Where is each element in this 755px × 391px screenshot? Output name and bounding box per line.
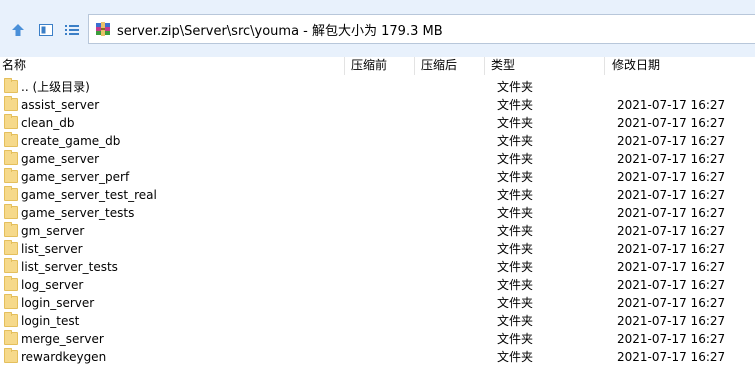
path-text: server.zip\Server\src\youma - 解包大小为 179.… <box>117 23 443 39</box>
column-before-header[interactable]: 压缩前 <box>351 57 387 75</box>
list-item[interactable]: login_test 文件夹 2021-07-17 16:27 <box>0 312 755 330</box>
item-date: 2021-07-17 16:27 <box>617 170 726 184</box>
item-type: 文件夹 <box>497 296 534 310</box>
folder-icon <box>4 348 18 363</box>
item-type: 文件夹 <box>497 170 534 184</box>
list-item[interactable]: game_server_perf 文件夹 2021-07-17 16:27 <box>0 168 755 186</box>
item-date: 2021-07-17 16:27 <box>617 242 726 256</box>
column-divider[interactable] <box>344 57 345 75</box>
item-type: 文件夹 <box>497 314 534 328</box>
column-divider[interactable] <box>484 57 485 75</box>
folder-icon <box>4 276 18 291</box>
folder-icon <box>4 132 18 147</box>
file-list: .. (上级目录) 文件夹 assist_server 文件夹 2021-07-… <box>0 78 755 366</box>
toolbar: server.zip\Server\src\youma - 解包大小为 179.… <box>0 0 755 58</box>
item-date: 2021-07-17 16:27 <box>617 224 726 238</box>
item-name: log_server <box>21 278 84 292</box>
column-type-header[interactable]: 类型 <box>491 57 515 75</box>
list-item[interactable]: clean_db 文件夹 2021-07-17 16:27 <box>0 114 755 132</box>
item-name: clean_db <box>21 116 75 130</box>
list-item[interactable]: game_server_tests 文件夹 2021-07-17 16:27 <box>0 204 755 222</box>
item-date: 2021-07-17 16:27 <box>617 278 726 292</box>
item-name: rewardkeygen <box>21 350 107 364</box>
list-item[interactable]: gm_server 文件夹 2021-07-17 16:27 <box>0 222 755 240</box>
item-type: 文件夹 <box>497 80 534 94</box>
item-name: login_server <box>21 296 95 310</box>
item-type: 文件夹 <box>497 332 534 346</box>
folder-icon <box>4 168 18 183</box>
item-name: login_test <box>21 314 80 328</box>
item-date: 2021-07-17 16:27 <box>617 152 726 166</box>
path-bar[interactable]: server.zip\Server\src\youma - 解包大小为 179.… <box>88 14 755 44</box>
item-date: 2021-07-17 16:27 <box>617 188 726 202</box>
item-type: 文件夹 <box>497 260 534 274</box>
item-type: 文件夹 <box>497 116 534 130</box>
item-date: 2021-07-17 16:27 <box>617 134 726 148</box>
item-type: 文件夹 <box>497 152 534 166</box>
list-item[interactable]: list_server_tests 文件夹 2021-07-17 16:27 <box>0 258 755 276</box>
item-type: 文件夹 <box>497 278 534 292</box>
folder-icon <box>4 204 18 219</box>
list-item[interactable]: assist_server 文件夹 2021-07-17 16:27 <box>0 96 755 114</box>
folder-icon <box>4 294 18 309</box>
column-header: 名称 压缩前 压缩后 类型 修改日期 <box>0 57 755 75</box>
column-date-header[interactable]: 修改日期 <box>612 57 660 75</box>
view-toggle-icon[interactable] <box>36 20 56 40</box>
item-date: 2021-07-17 16:27 <box>617 332 726 346</box>
folder-icon <box>4 96 18 111</box>
item-name: game_server_tests <box>21 206 135 220</box>
column-after-header[interactable]: 压缩后 <box>421 57 457 75</box>
column-divider[interactable] <box>604 57 605 75</box>
folder-icon <box>4 240 18 255</box>
folder-icon <box>4 330 18 345</box>
up-arrow-icon[interactable] <box>8 20 28 40</box>
list-item-parent[interactable]: .. (上级目录) 文件夹 <box>0 78 755 96</box>
archive-icon <box>95 21 111 37</box>
item-type: 文件夹 <box>497 242 534 256</box>
item-type: 文件夹 <box>497 134 534 148</box>
folder-icon <box>4 222 18 237</box>
column-divider[interactable] <box>414 57 415 75</box>
list-item[interactable]: merge_server 文件夹 2021-07-17 16:27 <box>0 330 755 348</box>
item-date: 2021-07-17 16:27 <box>617 98 726 112</box>
item-name: merge_server <box>21 332 104 346</box>
column-name-header[interactable]: 名称 <box>2 57 26 75</box>
list-item[interactable]: rewardkeygen 文件夹 2021-07-17 16:27 <box>0 348 755 366</box>
item-type: 文件夹 <box>497 224 534 238</box>
folder-icon <box>4 258 18 273</box>
item-date: 2021-07-17 16:27 <box>617 314 726 328</box>
item-name: assist_server <box>21 98 100 112</box>
item-name: .. (上级目录) <box>21 80 90 94</box>
item-name: list_server_tests <box>21 260 118 274</box>
item-date: 2021-07-17 16:27 <box>617 206 726 220</box>
item-name: game_server <box>21 152 100 166</box>
item-name: create_game_db <box>21 134 121 148</box>
item-name: gm_server <box>21 224 85 238</box>
item-name: game_server_perf <box>21 170 130 184</box>
list-item[interactable]: create_game_db 文件夹 2021-07-17 16:27 <box>0 132 755 150</box>
item-name: game_server_test_real <box>21 188 157 202</box>
item-type: 文件夹 <box>497 350 534 364</box>
list-item[interactable]: game_server_test_real 文件夹 2021-07-17 16:… <box>0 186 755 204</box>
list-item[interactable]: list_server 文件夹 2021-07-17 16:27 <box>0 240 755 258</box>
folder-icon <box>4 150 18 165</box>
item-date: 2021-07-17 16:27 <box>617 350 726 364</box>
folder-icon <box>4 186 18 201</box>
item-date: 2021-07-17 16:27 <box>617 260 726 274</box>
item-name: list_server <box>21 242 83 256</box>
folder-icon <box>4 78 18 93</box>
item-type: 文件夹 <box>497 206 534 220</box>
item-type: 文件夹 <box>497 188 534 202</box>
list-view-icon[interactable] <box>62 20 82 40</box>
list-item[interactable]: login_server 文件夹 2021-07-17 16:27 <box>0 294 755 312</box>
item-type: 文件夹 <box>497 98 534 112</box>
folder-icon <box>4 312 18 327</box>
list-item[interactable]: log_server 文件夹 2021-07-17 16:27 <box>0 276 755 294</box>
folder-icon <box>4 114 18 129</box>
list-item[interactable]: game_server 文件夹 2021-07-17 16:27 <box>0 150 755 168</box>
item-date: 2021-07-17 16:27 <box>617 296 726 310</box>
item-date: 2021-07-17 16:27 <box>617 116 726 130</box>
